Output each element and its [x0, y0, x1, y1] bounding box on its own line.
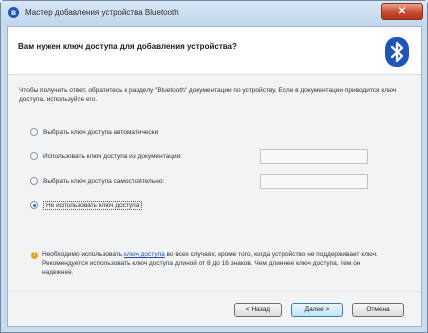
wizard-header: Вам нужен ключ доступа для добавления ус…	[8, 27, 421, 74]
wizard-body: Чтобы получить ответ, обратитесь к разде…	[8, 75, 421, 291]
passkey-note: Необходимо использовать ключ доступа во …	[42, 250, 387, 277]
option-own-key[interactable]: Выбрать ключ доступа самостоятельно:	[30, 175, 164, 187]
title-bar[interactable]: ʙ Мастер добавления устройства Bluetooth…	[1, 1, 427, 25]
back-button[interactable]: < Назад	[234, 303, 282, 317]
radio-auto-key[interactable]	[30, 128, 38, 136]
option-no-key[interactable]: Не использовать ключ доступа	[30, 199, 143, 211]
wizard-footer: < Назад Далее > Отмена	[8, 291, 421, 326]
next-button[interactable]: Далее >	[291, 303, 343, 317]
option-label: Выбрать ключ доступа автоматически	[43, 128, 159, 136]
option-auto-key[interactable]: Выбрать ключ доступа автоматически	[30, 126, 158, 138]
cancel-button[interactable]: Отмена	[352, 303, 404, 317]
option-doc-key[interactable]: Использовать ключ доступа из документаци…	[30, 150, 182, 162]
instruction-text: Чтобы получить ответ, обратитесь к разде…	[19, 87, 397, 103]
bluetooth-app-icon: ʙ	[8, 7, 19, 18]
wizard-client-area: Вам нужен ключ доступа для добавления ус…	[7, 26, 422, 327]
note-text-start: Необходимо использовать	[42, 251, 124, 258]
radio-own-key[interactable]	[30, 177, 38, 185]
passkey-help-link[interactable]: ключ доступа	[124, 251, 165, 258]
page-title: Вам нужен ключ доступа для добавления ус…	[18, 42, 237, 51]
option-label: Использовать ключ доступа из документаци…	[43, 152, 183, 160]
radio-doc-key[interactable]	[30, 152, 38, 160]
bluetooth-icon	[385, 37, 409, 67]
radio-no-key[interactable]	[30, 201, 38, 209]
own-key-input[interactable]	[260, 174, 368, 189]
wizard-window: ʙ Мастер добавления устройства Bluetooth…	[0, 0, 428, 333]
option-label: Выбрать ключ доступа самостоятельно:	[43, 177, 165, 185]
window-title: Мастер добавления устройства Bluetooth	[25, 8, 179, 17]
doc-key-input[interactable]	[260, 149, 368, 164]
warning-icon: !	[31, 252, 38, 259]
option-label: Не использовать ключ доступа	[43, 200, 143, 210]
close-button[interactable]: ✕	[381, 3, 423, 20]
